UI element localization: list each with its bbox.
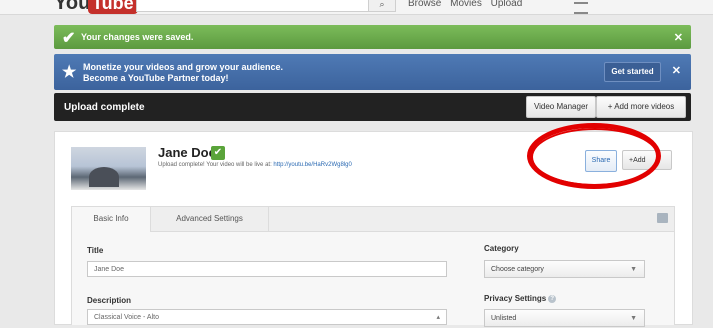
title-input[interactable]: Jane Doe bbox=[87, 261, 447, 277]
wave-image bbox=[89, 167, 119, 187]
checkmark-icon: ✔ bbox=[62, 30, 76, 47]
nav-browse[interactable]: Browse bbox=[408, 0, 441, 9]
promo-line-1: Monetize your videos and grow your audie… bbox=[83, 62, 284, 72]
menu-icon[interactable] bbox=[574, 2, 588, 14]
get-started-button[interactable]: Get started bbox=[604, 62, 661, 82]
privacy-select[interactable]: Unlisted ▼ bbox=[484, 309, 645, 327]
nav-movies[interactable]: Movies bbox=[450, 0, 482, 9]
add-more-videos-button[interactable]: + Add more videos bbox=[596, 96, 686, 118]
settings-panel: Basic Info Advanced Settings Title Jane … bbox=[71, 206, 675, 327]
youtube-logo-you[interactable]: You bbox=[54, 0, 90, 14]
category-value: Choose category bbox=[491, 266, 544, 273]
tab-bar: Basic Info Advanced Settings bbox=[72, 207, 674, 232]
chevron-down-icon: ▼ bbox=[630, 315, 637, 322]
upload-prefix-text: Upload complete! Your video will be live… bbox=[158, 162, 272, 168]
collapse-icon[interactable] bbox=[657, 213, 668, 223]
top-nav: Browse Movies Upload bbox=[408, 0, 528, 9]
privacy-label: Privacy Settings? bbox=[484, 294, 557, 303]
resize-handle-icon[interactable]: ▴ bbox=[436, 310, 440, 326]
partner-banner: ★ Monetize your videos and grow your aud… bbox=[54, 54, 691, 90]
verified-check-icon: ✔ bbox=[211, 146, 225, 160]
title-label: Title bbox=[87, 246, 104, 255]
search-input[interactable] bbox=[136, 0, 370, 12]
success-message: Your changes were saved. bbox=[81, 32, 194, 42]
add-to-button[interactable]: +Add bbox=[622, 150, 672, 170]
search-icon: ⌕ bbox=[379, 0, 385, 9]
video-title: Jane Doe bbox=[158, 145, 216, 160]
video-url-link[interactable]: http://youtu.be/HaRv2Wg8lg0 bbox=[273, 162, 351, 168]
video-manager-button[interactable]: Video Manager bbox=[526, 96, 596, 118]
upload-status-bar: Upload complete Video Manager + Add more… bbox=[54, 93, 691, 121]
promo-line-2: Become a YouTube Partner today! bbox=[83, 73, 229, 83]
help-icon[interactable]: ? bbox=[548, 294, 557, 303]
search-button[interactable]: ⌕ bbox=[368, 0, 396, 12]
category-label: Category bbox=[484, 244, 519, 253]
close-icon[interactable]: ✕ bbox=[674, 31, 683, 44]
share-button[interactable]: Share bbox=[585, 150, 617, 172]
upload-status-title: Upload complete bbox=[64, 102, 145, 113]
tab-basic-info[interactable]: Basic Info bbox=[72, 207, 151, 232]
description-value: Classical Voice - Alto bbox=[94, 314, 159, 321]
tab-advanced-settings[interactable]: Advanced Settings bbox=[151, 207, 269, 231]
top-header: You Tube ⌕ Browse Movies Upload bbox=[0, 0, 713, 15]
chevron-down-icon: ▼ bbox=[630, 266, 637, 273]
star-icon: ★ bbox=[62, 64, 77, 81]
privacy-label-text: Privacy Settings bbox=[484, 294, 547, 303]
privacy-value: Unlisted bbox=[491, 315, 517, 322]
description-label: Description bbox=[87, 296, 132, 305]
close-icon[interactable]: ✕ bbox=[672, 64, 681, 77]
category-select[interactable]: Choose category ▼ bbox=[484, 260, 645, 278]
video-card: Jane Doe ✔ Upload complete! Your video w… bbox=[54, 123, 693, 327]
nav-upload[interactable]: Upload bbox=[491, 0, 523, 9]
success-banner: ✔ Your changes were saved. ✕ bbox=[54, 25, 691, 49]
upload-link-line: Upload complete! Your video will be live… bbox=[158, 162, 352, 168]
youtube-logo-tube[interactable]: Tube bbox=[88, 0, 138, 14]
video-thumbnail[interactable] bbox=[71, 147, 146, 190]
